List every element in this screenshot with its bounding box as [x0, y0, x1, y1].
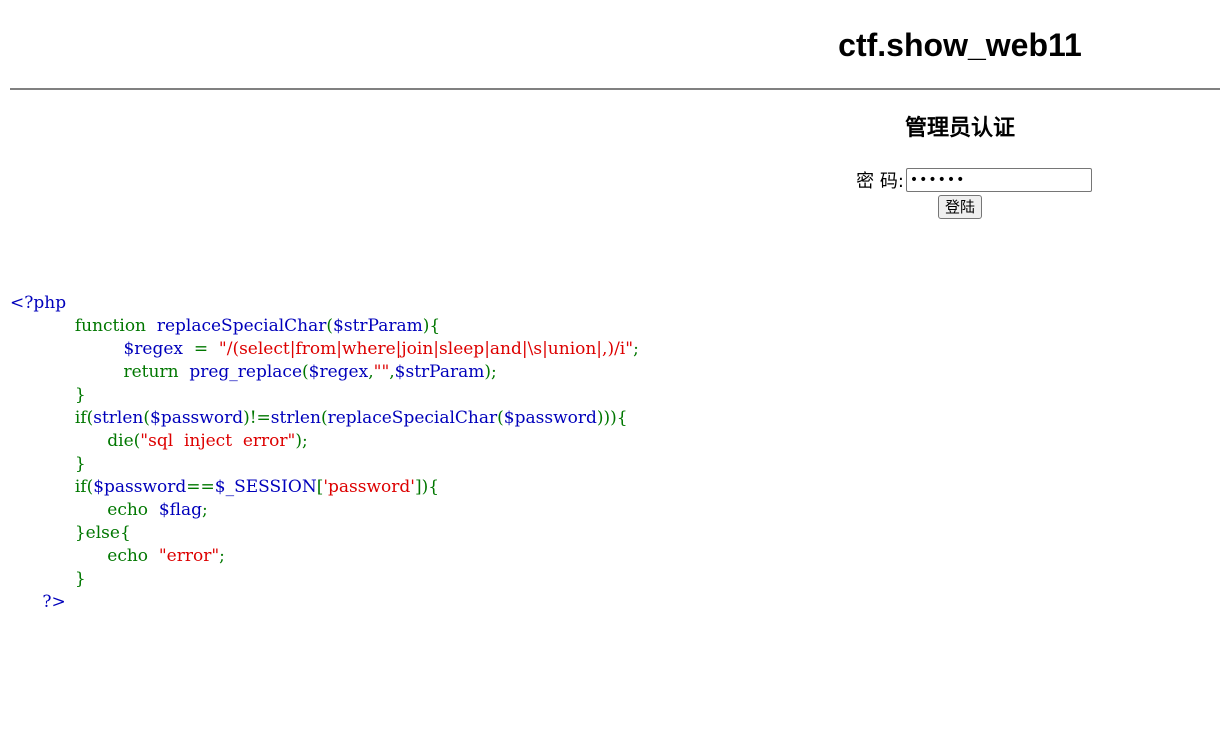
code-line: } — [10, 568, 639, 591]
code-token: replaceSpecialChar — [156, 316, 327, 336]
login-button[interactable]: 登陆 — [937, 195, 982, 219]
password-label: 密 码: — [856, 171, 904, 192]
code-token: "sql inject error" — [140, 431, 296, 451]
code-token: function — [10, 316, 157, 336]
code-token: $regex — [308, 362, 369, 382]
header-divider — [10, 88, 1220, 90]
code-token: echo — [10, 500, 159, 520]
code-token: strlen — [93, 408, 144, 428]
code-line: $regex = "/(select|from|where|join|sleep… — [10, 338, 639, 361]
code-token: $password — [503, 408, 597, 428]
code-token: <?php — [10, 293, 67, 313]
code-token: ]){ — [414, 477, 440, 497]
code-token: = — [193, 339, 219, 359]
code-line: if($password==$_SESSION['password']){ — [10, 476, 639, 499]
code-token: ?> — [10, 592, 66, 612]
code-line: die("sql inject error"); — [10, 430, 639, 453]
code-token: } — [10, 523, 86, 543]
code-token: ( — [143, 408, 150, 428]
source-code-block: <?php function replaceSpecialChar($strPa… — [10, 292, 639, 614]
code-line: } — [10, 453, 639, 476]
code-line: }else{ — [10, 522, 639, 545]
code-token: die — [10, 431, 134, 451]
code-token: else — [85, 523, 120, 543]
code-token: $password — [150, 408, 244, 428]
code-line: echo $flag; — [10, 499, 639, 522]
code-token: ))){ — [596, 408, 628, 428]
code-token: strlen — [270, 408, 321, 428]
code-token: "" — [373, 362, 390, 382]
code-token: ( — [497, 408, 504, 428]
code-token: return — [10, 362, 190, 382]
code-token: } — [10, 569, 86, 589]
code-line: ?> — [10, 591, 639, 614]
code-token: $strParam — [333, 316, 423, 336]
code-token: preg_replace — [189, 362, 303, 382]
code-line: } — [10, 384, 639, 407]
code-token: } — [10, 385, 86, 405]
code-token: $regex — [123, 339, 194, 359]
code-token: if — [10, 477, 87, 497]
login-heading: 管理员认证 — [904, 116, 1015, 141]
code-token: ; — [219, 546, 225, 566]
code-token: replaceSpecialChar — [327, 408, 498, 428]
code-token: } — [10, 454, 86, 474]
password-row: 密 码: — [760, 166, 1160, 194]
code-token: $_SESSION — [214, 477, 317, 497]
code-token: echo — [10, 546, 159, 566]
code-token: ); — [295, 431, 308, 451]
code-token: )!= — [243, 408, 271, 428]
code-token: ( — [302, 362, 309, 382]
code-token: == — [186, 477, 215, 497]
code-token: { — [119, 523, 131, 543]
code-line: function replaceSpecialChar($strParam){ — [10, 315, 639, 338]
page-title: ctf.show_web11 — [838, 27, 1082, 63]
code-token: ){ — [422, 316, 441, 336]
code-token: ; — [633, 339, 639, 359]
code-line: echo "error"; — [10, 545, 639, 568]
code-token: "error" — [158, 546, 220, 566]
code-line: <?php — [10, 292, 639, 315]
code-token: $flag — [158, 500, 203, 520]
code-token: ); — [484, 362, 497, 382]
login-form: 管理员认证 密 码: 登陆 — [760, 112, 1160, 219]
code-token: 'password' — [323, 477, 415, 497]
code-token: ; — [202, 500, 208, 520]
code-token: $strParam — [394, 362, 485, 382]
code-line: return preg_replace($regex,"",$strParam)… — [10, 361, 639, 384]
code-token: ( — [320, 408, 328, 428]
code-token: "/(select|from|where|join|sleep|and|\s|u… — [218, 339, 634, 359]
code-line: if(strlen($password)!=strlen(replaceSpec… — [10, 407, 639, 430]
code-token: $password — [93, 477, 187, 497]
code-token: if — [10, 408, 87, 428]
password-input[interactable] — [905, 168, 1092, 192]
